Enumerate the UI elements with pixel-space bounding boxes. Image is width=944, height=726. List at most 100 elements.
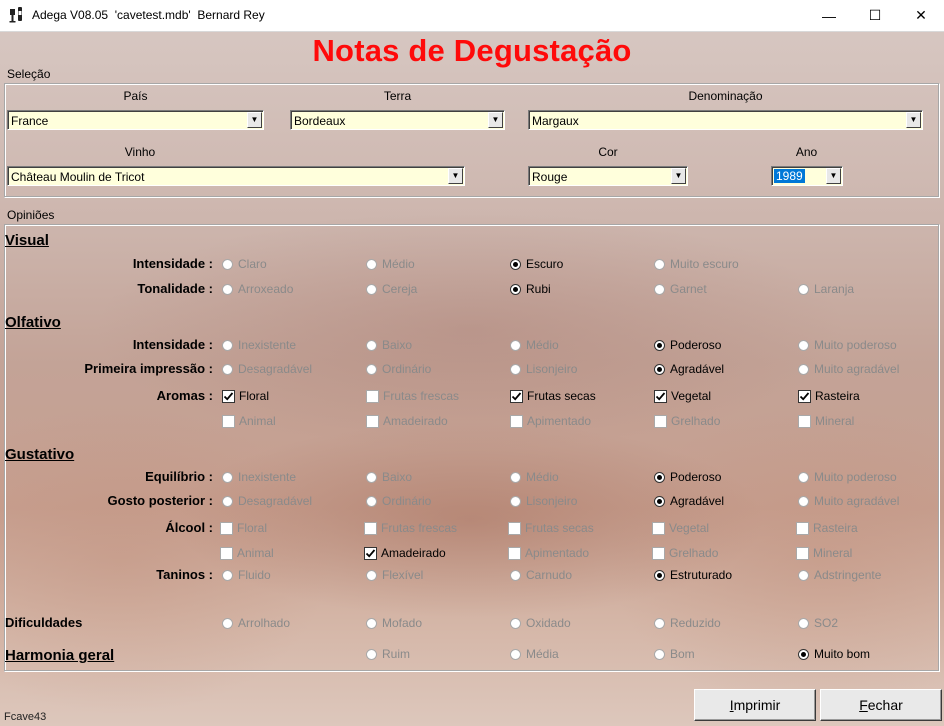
radio-g-taninos-flexivel[interactable]: Flexível bbox=[366, 567, 423, 583]
radio-o-intensidade-muito-poderoso[interactable]: Muito poderoso bbox=[798, 337, 897, 353]
checkbox-o-aromas-rasteira[interactable]: Rasteira bbox=[798, 388, 860, 404]
radio-v-tonalidade-arroxeado[interactable]: Arroxeado bbox=[222, 281, 293, 297]
radio-dificuldades-reduzido[interactable]: Reduzido bbox=[654, 615, 721, 631]
radio-dificuldades-arrolhado[interactable]: Arrolhado bbox=[222, 615, 290, 631]
checkbox-g-alcool-vegetal[interactable]: Vegetal bbox=[652, 520, 709, 536]
radio-dificuldades-mofado[interactable]: Mofado bbox=[366, 615, 422, 631]
terra-dropdown-button[interactable]: ▼ bbox=[488, 112, 503, 128]
checkbox-icon bbox=[222, 414, 235, 428]
radio-g-taninos-fluido[interactable]: Fluido bbox=[222, 567, 271, 583]
radio-v-intensidade-escuro[interactable]: Escuro bbox=[510, 256, 563, 272]
radio-g-gosto-lisonjeiro[interactable]: Lisonjeiro bbox=[510, 493, 577, 509]
row-label-v-intensidade: Intensidade : bbox=[132, 256, 213, 271]
row-label-g-alcool: Álcool : bbox=[165, 520, 213, 535]
checkbox-o-aromas-frutas-frescas[interactable]: Frutas frescas bbox=[366, 388, 459, 404]
radio-dificuldades-oxidado[interactable]: Oxidado bbox=[510, 615, 571, 631]
checkbox-o-aromas2-amadeirado[interactable]: Amadeirado bbox=[366, 413, 448, 429]
radio-v-intensidade-medio[interactable]: Médio bbox=[366, 256, 415, 272]
radio-button-icon bbox=[222, 283, 233, 295]
checkbox-o-aromas2-apimentado[interactable]: Apimentado bbox=[510, 413, 591, 429]
pais-label: País bbox=[123, 89, 148, 103]
denominacao-dropdown-button[interactable]: ▼ bbox=[906, 112, 921, 128]
radio-g-equilibrio-medio[interactable]: Médio bbox=[510, 469, 559, 485]
radio-g-taninos-carnudo[interactable]: Carnudo bbox=[510, 567, 572, 583]
terra-select[interactable]: Bordeaux ▼ bbox=[290, 110, 505, 130]
checkbox-o-aromas-frutas-secas[interactable]: Frutas secas bbox=[510, 388, 596, 404]
ano-dropdown-button[interactable]: ▼ bbox=[826, 168, 841, 184]
radio-button-icon bbox=[654, 569, 665, 581]
radio-o-intensidade-poderoso[interactable]: Poderoso bbox=[654, 337, 721, 353]
cor-dropdown-button[interactable]: ▼ bbox=[671, 168, 686, 184]
checkbox-g-alcool-floral[interactable]: Floral bbox=[220, 520, 267, 536]
radio-harmonia-media[interactable]: Média bbox=[510, 646, 559, 662]
app-window: Adega V08.05 'cavetest.mdb' Bernard Rey … bbox=[0, 0, 944, 726]
radio-o-primeira-lisonjeiro[interactable]: Lisonjeiro bbox=[510, 361, 577, 377]
radio-dificuldades-so2[interactable]: SO2 bbox=[798, 615, 838, 631]
radio-o-intensidade-inexistente[interactable]: Inexistente bbox=[222, 337, 296, 353]
checkbox-g-alcool2-amadeirado[interactable]: Amadeirado bbox=[364, 545, 446, 561]
checkbox-o-aromas-vegetal[interactable]: Vegetal bbox=[654, 388, 711, 404]
radio-g-equilibrio-inexistente[interactable]: Inexistente bbox=[222, 469, 296, 485]
radio-v-tonalidade-laranja[interactable]: Laranja bbox=[798, 281, 854, 297]
radio-v-tonalidade-cereja[interactable]: Cereja bbox=[366, 281, 417, 297]
close-button[interactable]: ✕ bbox=[898, 0, 944, 31]
option-label: Carnudo bbox=[526, 568, 573, 582]
checkbox-o-aromas2-mineral[interactable]: Mineral bbox=[798, 413, 854, 429]
checkbox-g-alcool2-grelhado[interactable]: Grelhado bbox=[652, 545, 718, 561]
radio-harmonia-bom[interactable]: Bom bbox=[654, 646, 695, 662]
radio-o-primeira-muito-agradavel[interactable]: Muito agradável bbox=[798, 361, 899, 377]
radio-button-icon bbox=[510, 495, 521, 507]
radio-g-equilibrio-poderoso[interactable]: Poderoso bbox=[654, 469, 721, 485]
checkbox-g-alcool2-apimentado[interactable]: Apimentado bbox=[508, 545, 589, 561]
radio-o-primeira-desagradavel[interactable]: Desagradável bbox=[222, 361, 312, 377]
vinho-select[interactable]: Château Moulin de Tricot ▼ bbox=[7, 166, 465, 186]
radio-harmonia-muito-bom[interactable]: Muito bom bbox=[798, 646, 870, 662]
ano-select[interactable]: 1989 ▼ bbox=[771, 166, 843, 186]
checkbox-g-alcool-rasteira[interactable]: Rasteira bbox=[796, 520, 858, 536]
terra-label: Terra bbox=[383, 89, 412, 103]
radio-g-taninos-estruturado[interactable]: Estruturado bbox=[654, 567, 732, 583]
cor-select[interactable]: Rouge ▼ bbox=[528, 166, 688, 186]
imprimir-button-label: Imprimir bbox=[729, 697, 781, 713]
imprimir-button[interactable]: Imprimir bbox=[694, 689, 816, 721]
radio-button-icon bbox=[366, 283, 377, 295]
radio-o-intensidade-medio[interactable]: Médio bbox=[510, 337, 559, 353]
checkbox-g-alcool-frutas-frescas[interactable]: Frutas frescas bbox=[364, 520, 457, 536]
checkbox-o-aromas-floral[interactable]: Floral bbox=[222, 388, 269, 404]
checkbox-icon bbox=[508, 521, 521, 535]
option-label: Agradável bbox=[670, 362, 725, 376]
pais-dropdown-button[interactable]: ▼ bbox=[247, 112, 262, 128]
minimize-button[interactable]: — bbox=[806, 0, 852, 31]
denominacao-select[interactable]: Margaux ▼ bbox=[528, 110, 923, 130]
radio-o-primeira-agradavel[interactable]: Agradável bbox=[654, 361, 724, 377]
radio-v-intensidade-muito-escuro[interactable]: Muito escuro bbox=[654, 256, 739, 272]
checkbox-g-alcool2-animal[interactable]: Animal bbox=[220, 545, 274, 561]
fechar-button[interactable]: Fechar bbox=[820, 689, 942, 721]
maximize-button[interactable]: ☐ bbox=[852, 0, 898, 31]
radio-v-intensidade-claro[interactable]: Claro bbox=[222, 256, 267, 272]
radio-o-intensidade-baixo[interactable]: Baixo bbox=[366, 337, 412, 353]
radio-g-gosto-muito-agradavel[interactable]: Muito agradável bbox=[798, 493, 899, 509]
pais-select[interactable]: France ▼ bbox=[7, 110, 264, 130]
radio-g-gosto-agradavel[interactable]: Agradável bbox=[654, 493, 724, 509]
vinho-dropdown-button[interactable]: ▼ bbox=[448, 168, 463, 184]
radio-g-equilibrio-baixo[interactable]: Baixo bbox=[366, 469, 412, 485]
radio-o-primeira-ordinario[interactable]: Ordinário bbox=[366, 361, 431, 377]
radio-v-tonalidade-rubi[interactable]: Rubi bbox=[510, 281, 551, 297]
radio-harmonia-ruim[interactable]: Ruim bbox=[366, 646, 410, 662]
checkbox-g-alcool2-mineral[interactable]: Mineral bbox=[796, 545, 852, 561]
row-label-g-taninos: Taninos : bbox=[156, 567, 213, 582]
checkbox-icon bbox=[364, 546, 377, 560]
wine-glass-icon bbox=[9, 7, 22, 23]
radio-g-equilibrio-muito-poderoso[interactable]: Muito poderoso bbox=[798, 469, 897, 485]
radio-g-taninos-adstringente[interactable]: Adstringente bbox=[798, 567, 881, 583]
radio-button-icon bbox=[222, 569, 233, 581]
radio-g-gosto-desagradavel[interactable]: Desagradável bbox=[222, 493, 312, 509]
radio-v-tonalidade-garnet[interactable]: Garnet bbox=[654, 281, 707, 297]
checkbox-o-aromas2-animal[interactable]: Animal bbox=[222, 413, 276, 429]
chevron-down-icon: ▼ bbox=[491, 115, 500, 124]
ano-label: Ano bbox=[795, 145, 818, 159]
radio-g-gosto-ordinario[interactable]: Ordinário bbox=[366, 493, 431, 509]
checkbox-o-aromas2-grelhado[interactable]: Grelhado bbox=[654, 413, 720, 429]
checkbox-g-alcool-frutas-secas[interactable]: Frutas secas bbox=[508, 520, 594, 536]
